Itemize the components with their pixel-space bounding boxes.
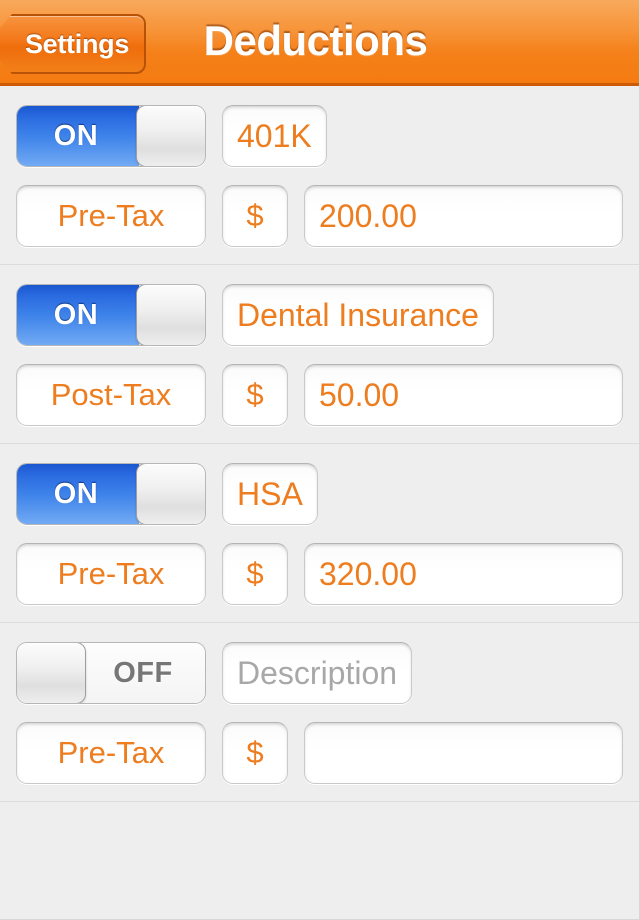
app-screen: Deductions Settings ON OFF <box>0 0 640 920</box>
currency-symbol: $ <box>246 198 264 233</box>
toggle-on-label: ON <box>53 119 99 152</box>
toggle-on-fill: ON <box>17 464 139 524</box>
description-value: 401K <box>237 117 312 154</box>
tax-type-selector[interactable]: Pre-Tax <box>16 722 206 784</box>
tax-type-value: Post-Tax <box>50 377 172 412</box>
description-input[interactable]: Description <box>222 642 413 704</box>
currency-selector[interactable]: $ <box>222 185 288 247</box>
deduction-toggle-row: ON OFF Dental Insurance <box>0 283 639 347</box>
deduction-enabled-toggle[interactable]: ON OFF <box>16 105 206 167</box>
deduction-amount-row: Pre-Tax $ 200.00 <box>0 184 639 248</box>
deduction-toggle-row: ON OFF HSA <box>0 462 639 526</box>
currency-selector[interactable]: $ <box>222 543 288 605</box>
amount-input[interactable] <box>304 722 623 784</box>
deductions-list: ON OFF 401K Pre-Tax $ <box>0 86 639 834</box>
deduction-group: ON OFF HSA Pre-Tax $ <box>0 443 639 622</box>
deduction-group: ON OFF Description Pre-Tax <box>0 622 639 801</box>
navigation-bar: Deductions Settings <box>0 0 639 86</box>
tax-type-selector[interactable]: Pre-Tax <box>16 543 206 605</box>
deduction-amount-row: Pre-Tax $ 320.00 <box>0 542 639 606</box>
description-input[interactable]: Dental Insurance <box>222 284 494 346</box>
currency-symbol: $ <box>246 556 264 591</box>
tax-type-selector[interactable]: Post-Tax <box>16 364 206 426</box>
description-placeholder: Description <box>237 654 398 691</box>
toggle-knob[interactable] <box>136 464 205 524</box>
deduction-toggle-row: ON OFF Description <box>0 641 639 705</box>
back-button-label: Settings <box>24 28 130 59</box>
deduction-toggle-row: ON OFF 401K <box>0 104 639 168</box>
currency-selector[interactable]: $ <box>222 364 288 426</box>
toggle-knob[interactable] <box>136 106 205 166</box>
description-value: HSA <box>237 475 303 512</box>
deduction-enabled-toggle[interactable]: ON OFF <box>16 463 206 525</box>
deduction-group: ON OFF 401K Pre-Tax $ <box>0 86 639 264</box>
description-value: Dental Insurance <box>237 296 479 333</box>
toggle-knob[interactable] <box>136 285 205 345</box>
toggle-on-fill: ON <box>17 285 139 345</box>
currency-symbol: $ <box>246 735 264 770</box>
toggle-on-label: ON <box>53 477 99 510</box>
currency-symbol: $ <box>246 377 264 412</box>
toggle-on-label: ON <box>53 298 99 331</box>
description-input[interactable]: HSA <box>222 463 318 525</box>
toggle-off-label: OFF <box>113 656 173 689</box>
tax-type-value: Pre-Tax <box>57 198 165 233</box>
deduction-amount-row: Post-Tax $ 50.00 <box>0 363 639 427</box>
amount-input[interactable]: 320.00 <box>304 543 623 605</box>
description-input[interactable]: 401K <box>222 105 327 167</box>
toggle-on-fill: ON <box>17 106 139 166</box>
deduction-enabled-toggle[interactable]: ON OFF <box>16 642 206 704</box>
deduction-group-partial <box>0 801 639 834</box>
toggle-off-fill: OFF <box>77 643 205 703</box>
amount-input[interactable]: 50.00 <box>304 364 623 426</box>
tax-type-selector[interactable]: Pre-Tax <box>16 185 206 247</box>
deduction-group: ON OFF Dental Insurance Post-Tax <box>0 264 639 443</box>
currency-selector[interactable]: $ <box>222 722 288 784</box>
tax-type-value: Pre-Tax <box>57 735 165 770</box>
deduction-enabled-toggle[interactable]: ON OFF <box>16 284 206 346</box>
amount-input[interactable]: 200.00 <box>304 185 623 247</box>
tax-type-value: Pre-Tax <box>57 556 165 591</box>
back-button-settings[interactable]: Settings <box>0 14 146 74</box>
toggle-knob[interactable] <box>17 643 86 703</box>
deduction-amount-row: Pre-Tax $ <box>0 721 639 785</box>
